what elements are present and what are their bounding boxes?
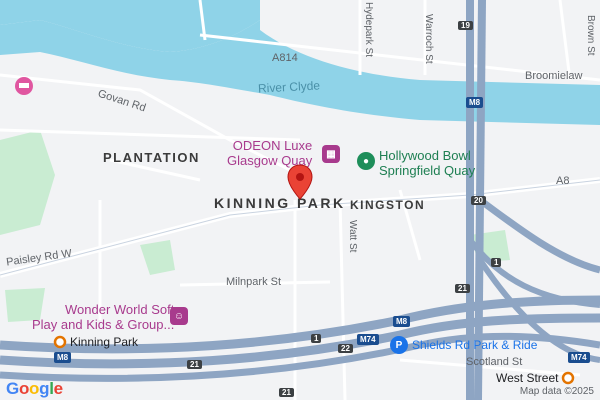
bowling-icon[interactable]: ● xyxy=(357,152,375,170)
map-attribution[interactable]: Map data ©2025 xyxy=(520,386,594,397)
parking-icon[interactable]: P xyxy=(390,336,408,354)
junction-21: 21 xyxy=(187,360,202,369)
m74-shield: M74 xyxy=(357,334,379,345)
junction-21: 21 xyxy=(279,388,294,397)
poi-hollywood-bowl[interactable]: Hollywood Bowl Springfield Quay xyxy=(379,148,475,178)
google-logo-letter: o xyxy=(29,379,40,398)
road-label-a8: A8 xyxy=(556,175,570,187)
junction-19: 19 xyxy=(458,21,473,30)
m8-shield: M8 xyxy=(393,316,411,327)
road-label-hydepark-st: Hydepark St xyxy=(363,2,374,58)
map-canvas[interactable]: PLANTATION KINNING PARK KINGSTON River C… xyxy=(0,0,600,400)
m8-shield: M8 xyxy=(466,97,484,108)
area-label-kingston: KINGSTON xyxy=(350,198,426,212)
m8-shield: M8 xyxy=(54,352,72,363)
station-label-west-street[interactable]: West Street xyxy=(496,371,558,385)
junction-20: 20 xyxy=(471,196,486,205)
west-street-station-icon xyxy=(561,371,575,385)
poi-wonder-world-label: Wonder World Soft Play and Kids & Group.… xyxy=(32,302,175,332)
station-label-kinning-park[interactable]: Kinning Park xyxy=(70,335,138,349)
google-logo-letter: e xyxy=(53,379,63,398)
road-label-warroch-st: Warroch St xyxy=(423,14,434,64)
road-label-watt-st: Watt St xyxy=(347,220,358,253)
area-label-kinning-park: KINNING PARK xyxy=(214,195,346,211)
road-label-scotland-st: Scotland St xyxy=(466,356,523,368)
google-logo-letter: G xyxy=(6,379,19,398)
kinning-park-station-icon xyxy=(53,335,67,349)
area-label-plantation: PLANTATION xyxy=(103,150,200,165)
poi-shields-park-ride[interactable]: Shields Rd Park & Ride xyxy=(412,338,537,352)
google-logo-letter: g xyxy=(39,379,50,398)
road-label-brown-st: Brown St xyxy=(585,15,596,56)
junction-22: 22 xyxy=(338,344,353,353)
cinema-icon[interactable]: ▦ xyxy=(322,145,340,163)
road-label-milnpark-st: Milnpark St xyxy=(226,276,282,288)
junction-21: 21 xyxy=(455,284,470,293)
road-label-broomielaw: Broomielaw xyxy=(525,70,583,82)
m74-shield: M74 xyxy=(568,352,590,363)
google-logo-letter: o xyxy=(18,379,30,398)
google-logo: Google xyxy=(6,379,63,399)
road-label-a814: A814 xyxy=(272,52,298,64)
junction-1: 1 xyxy=(491,258,502,267)
location-pin-icon[interactable] xyxy=(287,164,313,200)
junction-1: 1 xyxy=(311,334,322,343)
poi-hollywood-bowl-label: Hollywood Bowl Springfield Quay xyxy=(379,148,476,178)
poi-wonder-world[interactable]: Wonder World Soft Play and Kids & Group.… xyxy=(32,302,174,332)
